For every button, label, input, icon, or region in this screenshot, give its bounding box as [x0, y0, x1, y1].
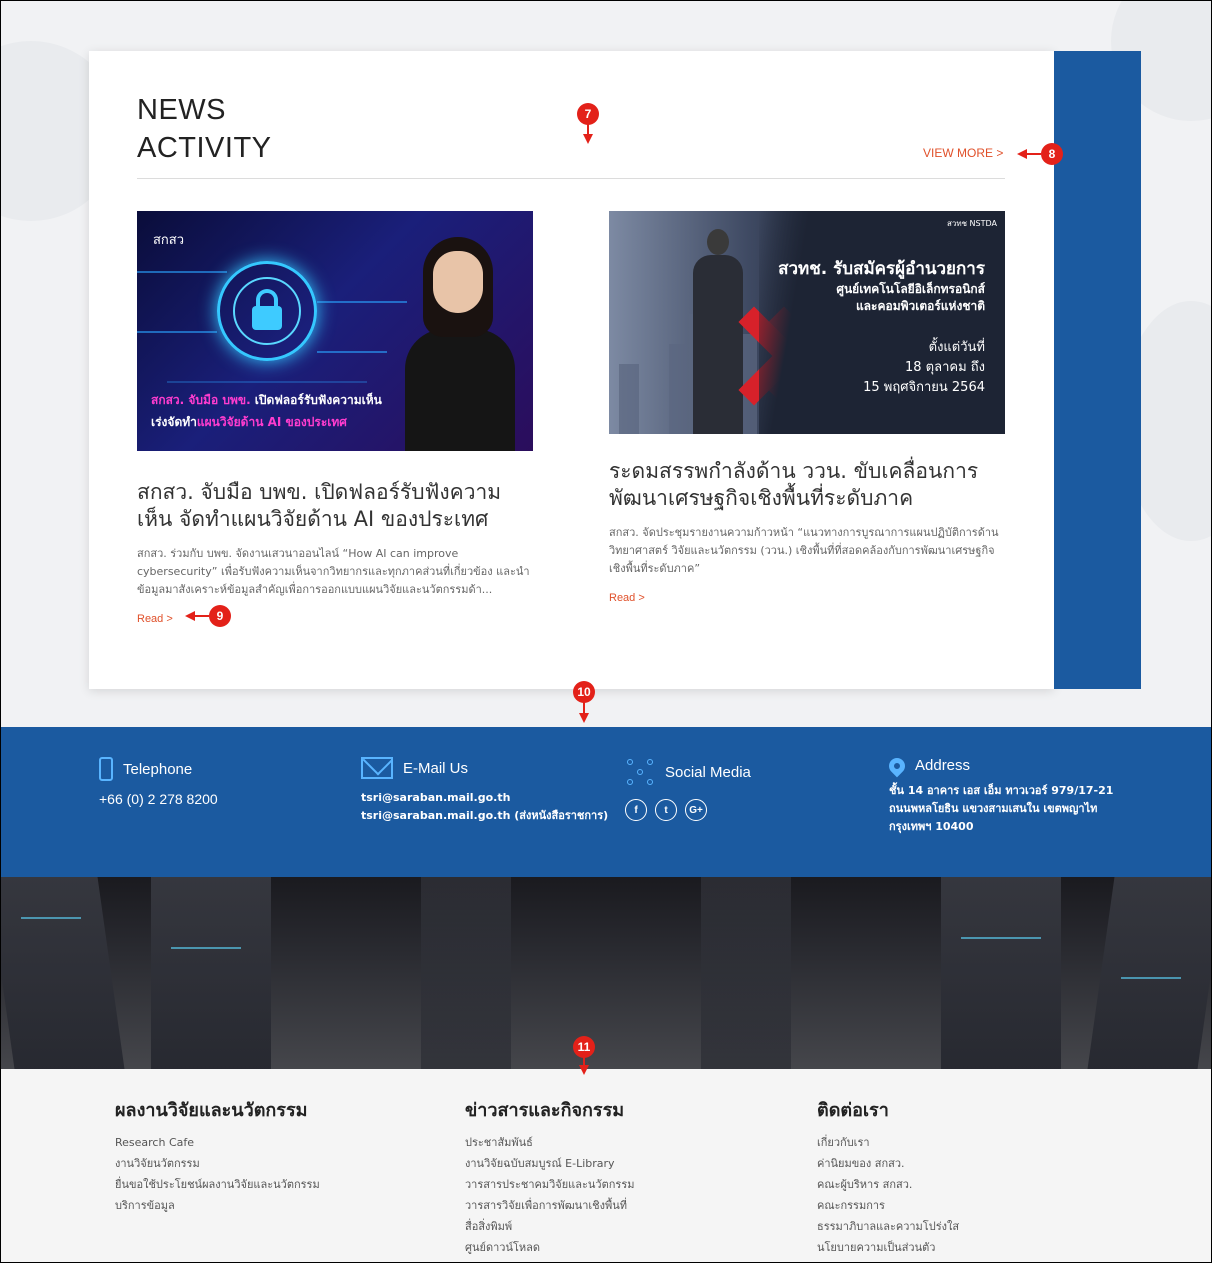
- annotation-marker-8: 8: [1041, 143, 1063, 165]
- footer-link[interactable]: ยื่นขอใช้ประโยชน์ผลงานวิจัยและนวัตกรรม: [115, 1174, 320, 1195]
- mail-icon: [361, 757, 393, 779]
- annotation-marker-10: 10: [573, 681, 595, 703]
- telephone-label: Telephone: [123, 760, 193, 778]
- network-icon: [625, 757, 655, 787]
- annotation-marker-9: 9: [209, 605, 231, 627]
- footer-link[interactable]: เกี่ยวกับเรา: [817, 1132, 959, 1153]
- datacenter-photo: [1, 877, 1211, 1069]
- news-article: สกสว สกสว. จับมือ บพข. เปิดฟลอร์รับฟังคว…: [137, 211, 533, 625]
- footer-column-title: ข่าวสารและกิจกรรม: [465, 1100, 625, 1121]
- footer-links: ผลงานวิจัยและนวัตกรรม Research Cafe งานว…: [1, 1069, 1211, 1262]
- contact-telephone: Telephone +66 (0) 2 278 8200: [99, 757, 218, 807]
- article-description: สกสว. จัดประชุมรายงานความก้าวหน้า “แนวทา…: [609, 526, 999, 575]
- article-title[interactable]: ระดมสรรพกำลังด้าน ววน. ขับเคลื่อนการพัฒน…: [609, 458, 1005, 512]
- image-caption: สกสว. จับมือ บพข. เปิดฟลอร์รับฟังความเห็…: [151, 393, 382, 429]
- telephone-value[interactable]: +66 (0) 2 278 8200: [99, 791, 218, 807]
- footer-link[interactable]: สื่อสิ่งพิมพ์: [465, 1216, 635, 1237]
- footer-link[interactable]: Research Cafe: [115, 1132, 320, 1153]
- footer-link[interactable]: วารสารประชาคมวิจัยและนวัตกรรม: [465, 1174, 635, 1195]
- footer-link[interactable]: ศูนย์ดาวน์โหลด: [465, 1237, 635, 1258]
- footer-link[interactable]: นโยบายความเป็นส่วนตัว: [817, 1237, 959, 1258]
- arrow-down-icon: [583, 134, 593, 144]
- email-label: E-Mail Us: [403, 759, 469, 777]
- footer-link[interactable]: งานวิจัยฉบับสมบูรณ์ E-Library: [465, 1153, 635, 1174]
- footer-link[interactable]: คณะผู้บริหาร สกสว.: [817, 1174, 959, 1195]
- footer-column-title: ผลงานวิจัยและนวัตกรรม: [115, 1100, 308, 1121]
- address-label: Address: [915, 757, 971, 774]
- social-label: Social Media: [665, 763, 751, 781]
- contact-band: Telephone +66 (0) 2 278 8200 E-Mail Us t…: [1, 727, 1211, 877]
- view-more-link[interactable]: VIEW MORE >: [923, 146, 1003, 160]
- read-link[interactable]: Read >: [609, 592, 1005, 604]
- footer-link[interactable]: วารสารวิจัยเพื่อการพัฒนาเชิงพื้นที่: [465, 1195, 635, 1216]
- phone-icon: [99, 757, 113, 781]
- contact-email: E-Mail Us tsri@saraban.mail.go.th tsri@s…: [361, 757, 608, 825]
- facebook-icon[interactable]: f: [625, 799, 647, 821]
- divider: [137, 178, 1005, 179]
- footer-column-title: ติดต่อเรา: [817, 1100, 889, 1121]
- footer-link[interactable]: ค่านิยมของ สกสว.: [817, 1153, 959, 1174]
- news-card: NEWS ACTIVITY VIEW MORE > สกสว สกสว. จับ…: [89, 51, 1054, 689]
- footer-link[interactable]: งานวิจัยนวัตกรรม: [115, 1153, 320, 1174]
- arrow-down-icon: [579, 1065, 589, 1075]
- annotation-marker-11: 11: [573, 1036, 595, 1058]
- footer-column-news: ข่าวสารและกิจกรรม ประชาสัมพันธ์ งานวิจัย…: [465, 1095, 635, 1258]
- article-description: สกสว. ร่วมกับ บพข. จัดงานเสวนาออนไลน์ “H…: [137, 547, 530, 596]
- person-photo: [405, 229, 515, 451]
- footer-link[interactable]: ประชาสัมพันธ์: [465, 1132, 635, 1153]
- arrow-left-icon: [185, 611, 195, 621]
- footer-link[interactable]: ธรรมาภิบาลและความโปร่งใส: [817, 1216, 959, 1237]
- news-article: สวทช NSTDA สวทช. รับสมัครผู้อำนวยการ ศูน…: [609, 211, 1005, 604]
- image-subtitle: ศูนย์เทคโนโลยีอิเล็กทรอนิกส์ และคอมพิวเต…: [836, 282, 985, 313]
- arrow-left-icon: [1017, 149, 1027, 159]
- annotation-marker-7: 7: [577, 103, 599, 125]
- news-title: NEWS ACTIVITY: [137, 94, 272, 164]
- footer-link[interactable]: บริการข้อมูล: [115, 1195, 320, 1216]
- footer-column-contact: ติดต่อเรา เกี่ยวกับเรา ค่านิยมของ สกสว. …: [817, 1095, 959, 1258]
- image-headline: สวทช. รับสมัครผู้อำนวยการ: [778, 259, 985, 279]
- contact-social: Social Media f t G+: [625, 757, 751, 821]
- location-pin-icon: [885, 754, 909, 777]
- blue-accent-strip: [1054, 51, 1141, 689]
- tsri-logo: สกสว: [153, 233, 185, 248]
- article-image[interactable]: สวทช NSTDA สวทช. รับสมัครผู้อำนวยการ ศูน…: [609, 211, 1005, 434]
- contact-address: Address ชั้น 14 อาคาร เอส เอ็ม ทาวเวอร์ …: [885, 754, 1113, 836]
- email-link-official[interactable]: tsri@saraban.mail.go.th (ส่งหนังสือราชกา…: [361, 807, 608, 825]
- news-section: NEWS ACTIVITY VIEW MORE > สกสว สกสว. จับ…: [1, 1, 1211, 727]
- footer-link[interactable]: คณะกรรมการ: [817, 1195, 959, 1216]
- footer-column-research: ผลงานวิจัยและนวัตกรรม Research Cafe งานว…: [115, 1095, 320, 1216]
- nstda-logo: สวทช NSTDA: [946, 219, 997, 228]
- arrow-down-icon: [579, 713, 589, 723]
- image-date: ตั้งแต่วันที่ 18 ตุลาคม ถึง 15 พฤศจิกายน…: [863, 340, 985, 395]
- article-title[interactable]: สกสว. จับมือ บพข. เปิดฟลอร์รับฟังความเห็…: [137, 479, 533, 533]
- article-image[interactable]: สกสว สกสว. จับมือ บพข. เปิดฟลอร์รับฟังคว…: [137, 211, 533, 451]
- email-link[interactable]: tsri@saraban.mail.go.th: [361, 789, 608, 807]
- twitter-icon[interactable]: t: [655, 799, 677, 821]
- google-plus-icon[interactable]: G+: [685, 799, 707, 821]
